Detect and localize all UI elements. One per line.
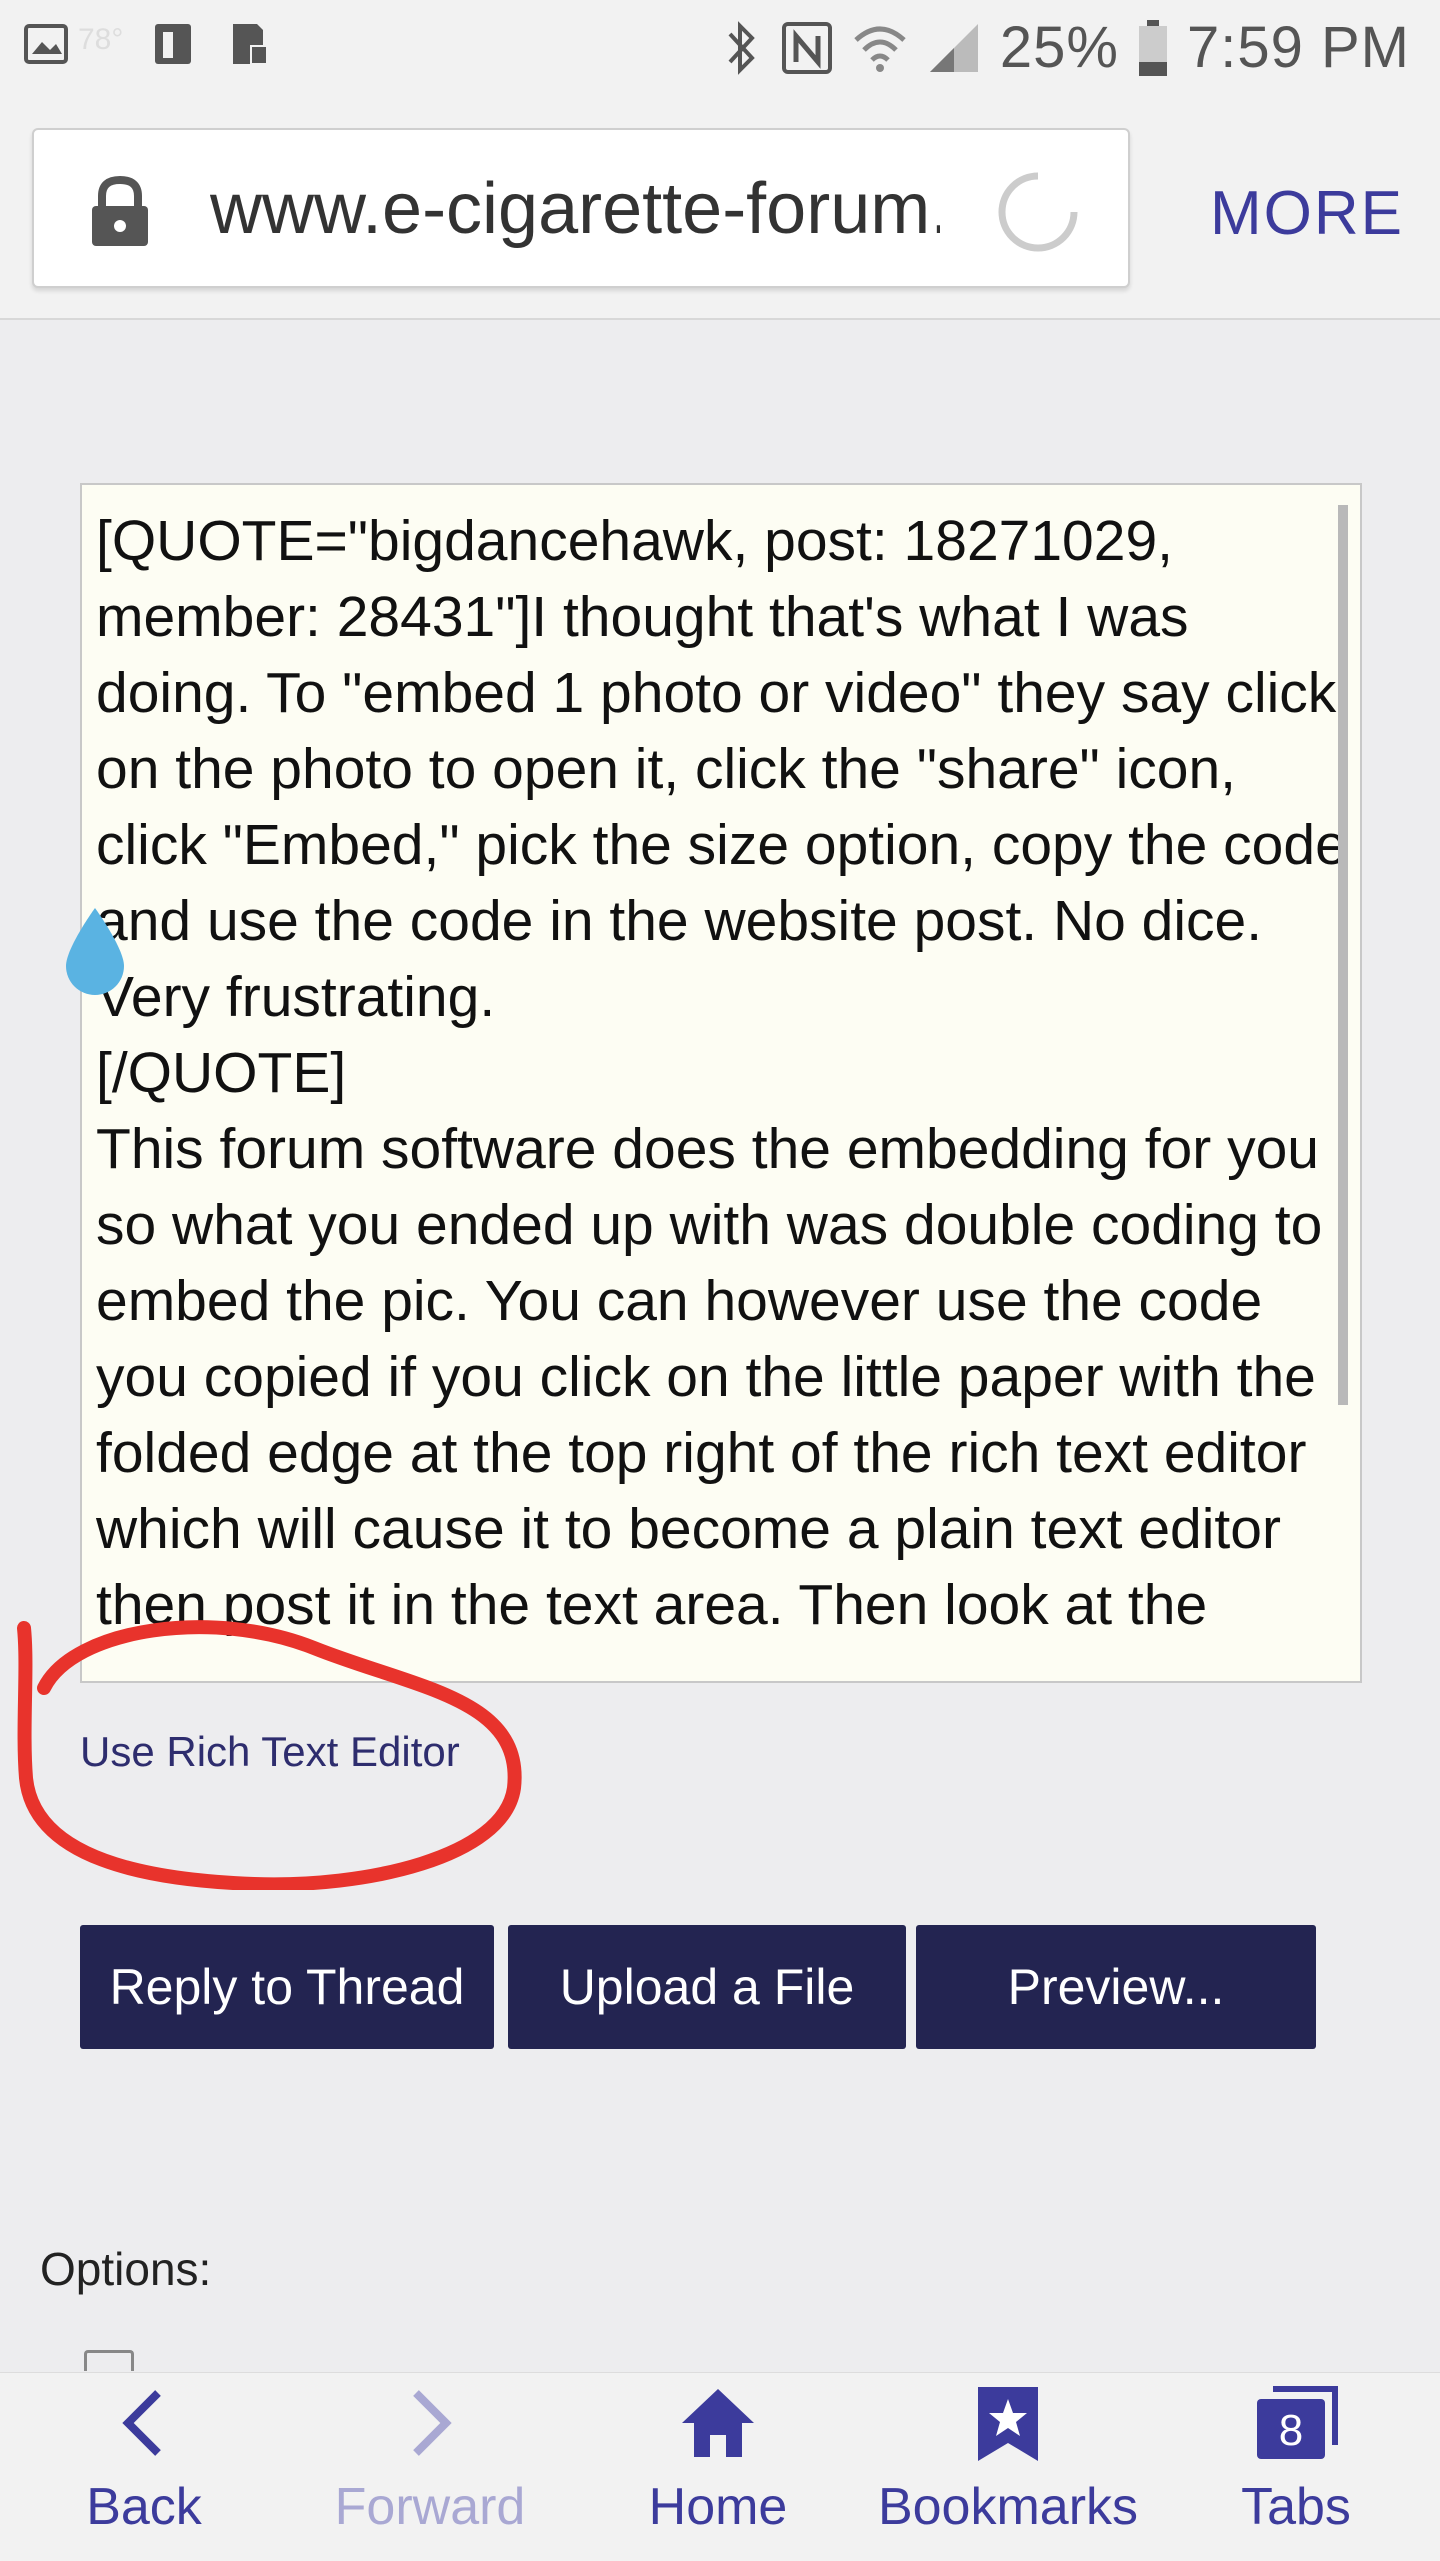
forward-button[interactable]: Forward — [290, 2383, 570, 2537]
home-button[interactable]: Home — [578, 2383, 858, 2537]
wifi-icon — [854, 26, 906, 72]
browser-toolbar: www.e-cigarette-forum.com MORE — [0, 100, 1440, 320]
tabs-label: Tabs — [1241, 2478, 1351, 2536]
bluetooth-icon — [728, 20, 755, 75]
back-arrow-icon — [122, 2390, 161, 2456]
bookmark-icon — [978, 2387, 1038, 2461]
back-button[interactable]: Back — [4, 2383, 284, 2537]
watch-thread-checkbox[interactable] — [84, 2350, 134, 2371]
battery-icon — [1139, 19, 1167, 76]
upload-file-button[interactable]: Upload a File — [508, 1925, 906, 2049]
message-textarea[interactable]: [QUOTE="bigdancehawk, post: 18271029, me… — [80, 483, 1362, 1683]
tabs-icon: 8 — [1257, 2386, 1338, 2459]
preview-button[interactable]: Preview... — [916, 1925, 1316, 2049]
sd-card-icon — [233, 24, 269, 65]
tabs-count: 8 — [1279, 2406, 1303, 2455]
text-cursor-handle-icon[interactable] — [62, 904, 128, 996]
signal-icon — [929, 23, 978, 72]
message-text[interactable]: [QUOTE="bigdancehawk, post: 18271029, me… — [96, 503, 1358, 1643]
clock: 7:59 PM — [1187, 15, 1410, 80]
battery-percent: 25% — [999, 15, 1119, 80]
image-icon — [24, 24, 68, 64]
options-label: Options: — [40, 2243, 212, 2295]
textarea-scrollbar[interactable] — [1338, 505, 1348, 1405]
reload-icon[interactable] — [994, 168, 1082, 256]
lock-icon — [92, 176, 148, 246]
reply-to-thread-button[interactable]: Reply to Thread — [80, 1925, 494, 2049]
home-label: Home — [648, 2478, 788, 2536]
bottom-navigation: Back Forward Home Bookmarks 8 Tabs — [0, 2372, 1440, 2561]
forward-label: Forward — [334, 2478, 526, 2536]
back-label: Back — [86, 2478, 202, 2536]
temperature: 78° — [78, 23, 124, 56]
red-annotation-circle — [17, 1620, 522, 1890]
tabs-button[interactable]: 8 Tabs — [1156, 2383, 1436, 2537]
bookmarks-label: Bookmarks — [877, 2478, 1139, 2536]
more-button[interactable]: MORE — [1210, 178, 1404, 249]
home-icon — [682, 2389, 754, 2457]
bookmarks-button[interactable]: Bookmarks — [868, 2383, 1148, 2537]
nfc-icon — [781, 21, 832, 74]
app-icon — [155, 24, 192, 64]
url-text[interactable]: www.e-cigarette-forum.com — [210, 164, 940, 254]
page-content: [QUOTE="bigdancehawk, post: 18271029, me… — [0, 320, 1440, 2371]
url-bar[interactable]: www.e-cigarette-forum.com — [32, 128, 1130, 288]
status-bar: 78° 25% 7:59 PM — [0, 0, 1440, 100]
forward-arrow-icon — [413, 2390, 452, 2456]
